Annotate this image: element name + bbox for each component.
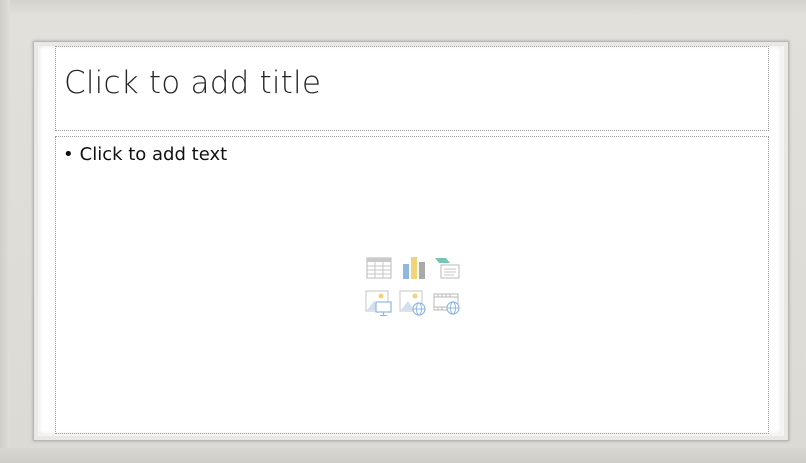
workspace-left-edge	[0, 0, 10, 463]
insert-chart-icon[interactable]	[398, 254, 428, 282]
title-placeholder-text: Click to add title	[64, 65, 322, 101]
content-insert-icons	[364, 254, 464, 320]
bullet-marker: •	[63, 144, 74, 165]
content-placeholder-text: Click to add text	[79, 144, 228, 165]
workspace-bottom-edge	[0, 448, 806, 463]
insert-smartart-icon[interactable]	[432, 254, 462, 282]
insert-video-icon[interactable]	[432, 288, 462, 316]
content-placeholder[interactable]: • Click to add text	[55, 136, 769, 434]
title-placeholder[interactable]: Click to add title	[55, 46, 769, 131]
insert-online-picture-icon[interactable]	[398, 288, 428, 316]
workspace-top-shadow	[10, 0, 806, 16]
insert-table-icon[interactable]	[364, 254, 394, 282]
slide-editing-workspace: Click to add title • Click to add text	[0, 0, 806, 463]
content-placeholder-bullet-line: • Click to add text	[63, 144, 227, 165]
slide-canvas[interactable]: Click to add title • Click to add text	[39, 46, 781, 434]
insert-picture-icon[interactable]	[364, 288, 394, 317]
